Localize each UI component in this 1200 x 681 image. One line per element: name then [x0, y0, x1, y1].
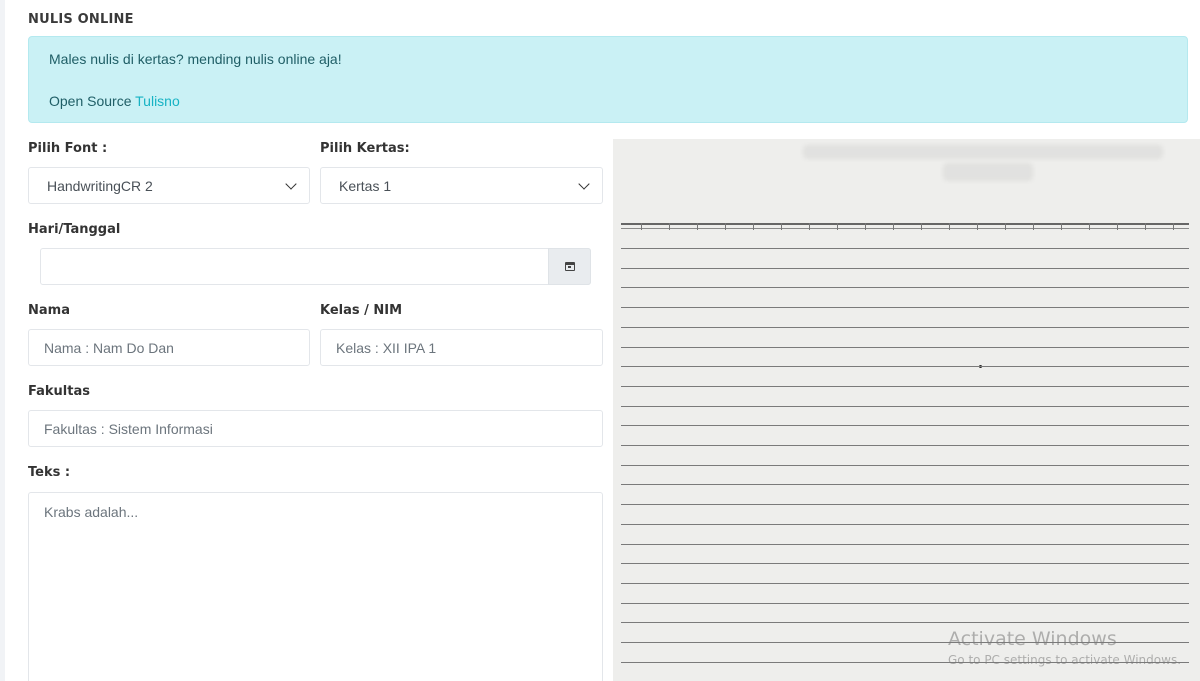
paper-margin-tick: [837, 223, 838, 230]
class-label: Kelas / NIM: [320, 303, 403, 318]
paper-margin-tick: [781, 223, 782, 230]
paper-rule-line: [621, 464, 1189, 466]
info-alert: Males nulis di kertas? mending nulis onl…: [28, 36, 1188, 123]
paper-rule-line: [621, 484, 1189, 486]
paper-margin-tick: [1005, 223, 1006, 230]
paper-rule-line: [621, 523, 1189, 525]
paper-margin-tick: [977, 223, 978, 230]
paper-rule-line: [621, 346, 1189, 348]
font-label: Pilih Font :: [28, 141, 108, 156]
paper-select-value: Kertas 1: [339, 177, 392, 194]
text-area[interactable]: Krabs adalah...: [28, 492, 603, 681]
paper-margin-tick: [1033, 223, 1034, 230]
paper-rule-line: [621, 287, 1189, 289]
date-picker-button[interactable]: [548, 248, 591, 285]
paper-margin-tick: [1089, 223, 1090, 230]
paper-rule-line: [621, 385, 1189, 387]
paper-margin-tick: [809, 223, 810, 230]
paper-rule-line: [621, 405, 1189, 407]
paper-rule-line: [621, 543, 1189, 545]
chevron-down-icon: [578, 177, 590, 190]
paper-rule-line: [621, 445, 1189, 446]
paper-rule-line: [621, 602, 1189, 604]
paper-rule-line: [621, 307, 1189, 309]
font-select-value: HandwritingCR 2: [47, 177, 153, 194]
paper-margin-tick: [1061, 223, 1062, 230]
windows-activation-watermark: Activate Windows Go to PC settings to ac…: [948, 628, 1181, 667]
paper-rule-line: [621, 248, 1189, 249]
paper-rule-line: [621, 366, 1189, 368]
paper-label: Pilih Kertas:: [320, 141, 410, 156]
paper-margin-tick: [1117, 223, 1118, 230]
faculty-input[interactable]: Fakultas : Sistem Informasi: [28, 410, 603, 447]
font-select[interactable]: HandwritingCR 2: [28, 167, 310, 204]
paper-rule-line: [621, 267, 1189, 269]
page-title: NULIS ONLINE: [28, 12, 134, 27]
paper-margin-tick: [697, 223, 698, 230]
paper-margin-tick: [1173, 223, 1174, 230]
alert-source-prefix: Open Source: [49, 93, 132, 109]
date-input[interactable]: [40, 248, 591, 285]
paper-select[interactable]: Kertas 1: [320, 167, 603, 204]
paper-rule-line: [621, 425, 1189, 427]
paper-rule-line: [621, 582, 1189, 584]
paper-rule-line: [621, 563, 1189, 565]
paper-preview: [613, 139, 1200, 681]
alert-source: Open Source Tulisno: [49, 93, 180, 109]
paper-margin-tick: [865, 223, 866, 230]
tulisno-link[interactable]: Tulisno: [135, 93, 180, 109]
calendar-icon: [564, 262, 575, 271]
name-label: Nama: [28, 303, 70, 318]
paper-margin-tick: [949, 223, 950, 230]
date-label: Hari/Tanggal: [28, 222, 121, 237]
faculty-label: Fakultas: [28, 384, 90, 399]
text-label: Teks :: [28, 465, 71, 480]
paper-margin-tick: [641, 223, 642, 230]
page-left-border: [0, 0, 5, 681]
watermark-subtitle: Go to PC settings to activate Windows.: [948, 653, 1182, 667]
alert-message: Males nulis di kertas? mending nulis onl…: [49, 51, 342, 67]
paper-margin-tick: [893, 223, 894, 230]
paper-margin-tick: [1145, 223, 1146, 230]
watermark-title: Activate Windows: [948, 628, 1117, 650]
class-input[interactable]: Kelas : XII IPA 1: [320, 329, 603, 366]
paper-rule-line: [621, 326, 1189, 328]
paper-top-margin-line: [621, 223, 1189, 230]
paper-rule-line: [621, 622, 1189, 624]
paper-margin-tick: [725, 223, 726, 230]
name-input[interactable]: Nama : Nam Do Dan: [28, 329, 310, 366]
paper-margin-tick: [921, 223, 922, 230]
paper-margin-tick: [669, 223, 670, 230]
paper-rule-line: [621, 504, 1189, 506]
paper-smudge: [943, 163, 1033, 181]
chevron-down-icon: [285, 177, 297, 190]
paper-smudge: [803, 145, 1163, 159]
paper-margin-tick: [753, 223, 754, 230]
